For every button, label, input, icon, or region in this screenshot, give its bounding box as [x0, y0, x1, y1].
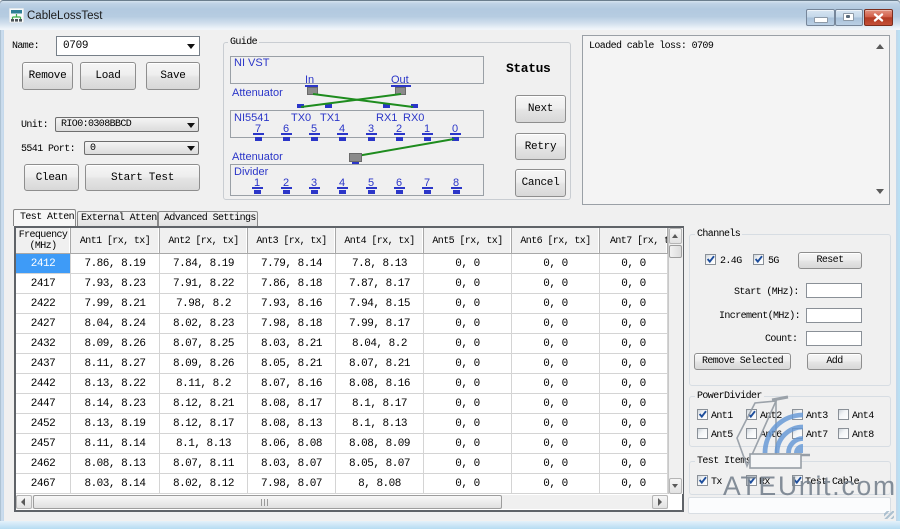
svg-text:ATEUnit.com: ATEUnit.com: [723, 471, 897, 501]
